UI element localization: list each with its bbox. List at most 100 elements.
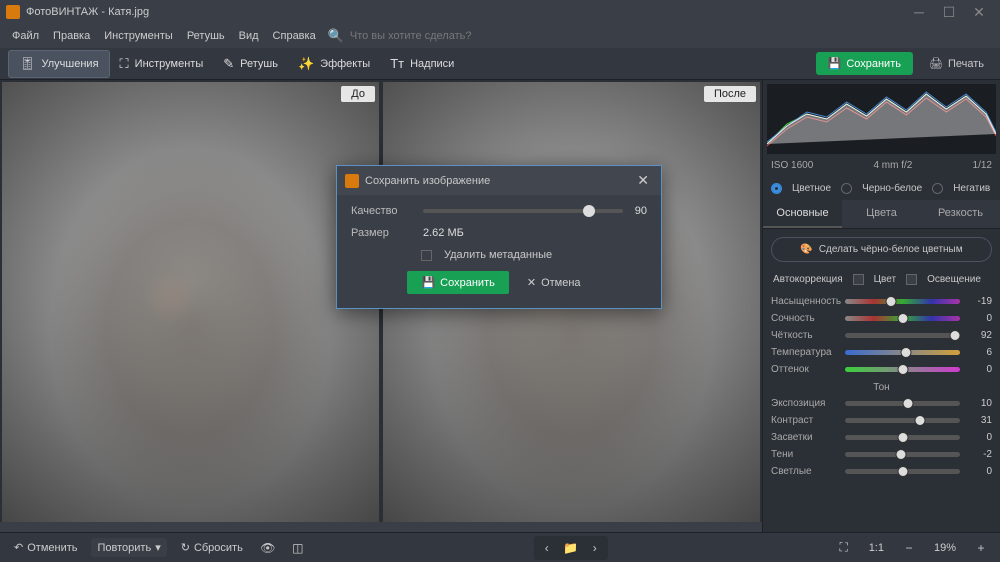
- tone-row-0: Экспозиция10: [763, 395, 1000, 412]
- checkbox-light[interactable]: [906, 274, 917, 285]
- tab-text[interactable]: TᴛНадписи: [380, 51, 464, 76]
- save-icon: 💾: [828, 57, 842, 70]
- sidetab-basic[interactable]: Основные: [763, 200, 842, 228]
- close-icon: ✕: [527, 276, 536, 289]
- zoom-out-button[interactable]: −: [898, 538, 920, 558]
- prev-button[interactable]: ‹: [536, 538, 558, 558]
- quality-value: 90: [635, 205, 647, 217]
- color-value-0: -19: [966, 296, 992, 307]
- horizontal-scrollbar[interactable]: [0, 522, 762, 532]
- folder-button[interactable]: 📁: [560, 538, 582, 558]
- menu-view[interactable]: Вид: [233, 28, 265, 44]
- bottom-toolbar: ↶Отменить Повторить ▾ ↻Сбросить 👁 ◫ ‹ 📁 …: [0, 532, 1000, 562]
- autocorrection-label: Автокоррекция: [773, 274, 843, 285]
- tone-slider-4[interactable]: [845, 469, 960, 474]
- zoom-in-button[interactable]: +: [970, 538, 992, 558]
- wand-icon: ✨: [298, 56, 314, 72]
- color-slider-3[interactable]: [845, 350, 960, 355]
- color-slider-2[interactable]: [845, 333, 960, 338]
- colorize-bw-button[interactable]: 🎨 Сделать чёрно-белое цветным: [771, 237, 992, 262]
- brush-icon: ✎: [223, 56, 234, 72]
- title-bar: ФотоВИНТАЖ - Катя.jpg ─ ☐ ✕: [0, 0, 1000, 24]
- fit-screen-button[interactable]: ⛶: [833, 538, 855, 558]
- menu-help[interactable]: Справка: [267, 28, 322, 44]
- tone-slider-2[interactable]: [845, 435, 960, 440]
- tone-value-2: 0: [966, 432, 992, 443]
- quality-slider[interactable]: [423, 209, 623, 213]
- menu-tools[interactable]: Инструменты: [98, 28, 179, 44]
- color-value-3: 6: [966, 347, 992, 358]
- radio-color[interactable]: [771, 183, 782, 194]
- print-button[interactable]: 🖨Печать: [921, 52, 992, 75]
- sidetab-colors[interactable]: Цвета: [842, 200, 921, 228]
- tone-value-4: 0: [966, 466, 992, 477]
- tab-retouch[interactable]: ✎Ретушь: [213, 51, 288, 77]
- eye-toggle[interactable]: 👁: [257, 538, 279, 558]
- redo-button[interactable]: Повторить ▾: [91, 538, 166, 557]
- sidetab-sharpness[interactable]: Резкость: [921, 200, 1000, 228]
- search-icon: 🔍: [328, 28, 344, 44]
- tab-enhance[interactable]: 🎚Улучшения: [8, 50, 110, 78]
- color-label-0: Насыщенность: [771, 296, 839, 307]
- tone-slider-1[interactable]: [845, 418, 960, 423]
- dialog-title: Сохранить изображение: [365, 175, 633, 187]
- checkbox-color[interactable]: [853, 274, 864, 285]
- tone-row-3: Тени -2: [763, 446, 1000, 463]
- after-label: После: [704, 86, 756, 102]
- actual-size-button[interactable]: 1:1: [863, 539, 890, 557]
- color-slider-1[interactable]: [845, 316, 960, 321]
- crop-icon: ⛶: [120, 56, 129, 72]
- canvas-before[interactable]: До: [2, 82, 379, 530]
- tone-value-3: -2: [966, 449, 992, 460]
- tone-row-1: Контраст31: [763, 412, 1000, 429]
- palette-icon: 🎨: [800, 244, 812, 255]
- tone-row-2: Засветки 0: [763, 429, 1000, 446]
- histogram[interactable]: [767, 84, 996, 154]
- color-row-2: Чёткость92: [763, 327, 1000, 344]
- color-row-4: Оттенок0: [763, 361, 1000, 378]
- radio-bw[interactable]: [841, 183, 852, 194]
- color-slider-0[interactable]: [845, 299, 960, 304]
- tone-slider-0[interactable]: [845, 401, 960, 406]
- menu-retouch[interactable]: Ретушь: [181, 28, 231, 44]
- before-label: До: [341, 86, 375, 102]
- maximize-button[interactable]: ☐: [934, 0, 964, 24]
- undo-button[interactable]: ↶Отменить: [8, 538, 83, 557]
- size-value: 2.62 МБ: [423, 227, 464, 239]
- dialog-close-button[interactable]: ✕: [633, 172, 653, 189]
- sliders-icon: 🎚: [19, 56, 36, 72]
- chevron-down-icon: ▾: [155, 541, 161, 554]
- save-button[interactable]: 💾Сохранить: [816, 52, 913, 75]
- tone-label-2: Засветки: [771, 432, 839, 443]
- search-input[interactable]: Что вы хотите сделать?: [350, 30, 472, 42]
- tone-value-0: 10: [966, 398, 992, 409]
- save-icon: 💾: [421, 276, 435, 289]
- next-button[interactable]: ›: [584, 538, 606, 558]
- dialog-save-button[interactable]: 💾Сохранить: [407, 271, 508, 294]
- color-row-0: Насыщенность -19: [763, 293, 1000, 310]
- metadata-checkbox[interactable]: [421, 250, 432, 261]
- color-label-4: Оттенок: [771, 364, 839, 375]
- save-dialog: Сохранить изображение ✕ Качество 90 Разм…: [336, 165, 662, 309]
- dialog-app-icon: [345, 174, 359, 188]
- tab-tools[interactable]: ⛶Инструменты: [110, 51, 214, 77]
- color-value-1: 0: [966, 313, 992, 324]
- radio-negative[interactable]: [932, 183, 943, 194]
- menu-edit[interactable]: Правка: [47, 28, 96, 44]
- dialog-cancel-button[interactable]: ✕Отмена: [517, 271, 591, 294]
- compare-toggle[interactable]: ◫: [287, 538, 309, 558]
- quality-label: Качество: [351, 205, 411, 217]
- tab-effects[interactable]: ✨Эффекты: [288, 51, 380, 77]
- menu-bar: Файл Правка Инструменты Ретушь Вид Справ…: [0, 24, 1000, 48]
- minimize-button[interactable]: ─: [904, 0, 934, 24]
- color-slider-4[interactable]: [845, 367, 960, 372]
- close-button[interactable]: ✕: [964, 0, 994, 24]
- print-icon: 🖨: [929, 57, 943, 70]
- tone-slider-3[interactable]: [845, 452, 960, 457]
- size-label: Размер: [351, 227, 411, 239]
- color-value-2: 92: [966, 330, 992, 341]
- tone-label-3: Тени: [771, 449, 839, 460]
- reset-button[interactable]: ↻Сбросить: [175, 538, 249, 557]
- color-row-1: Сочность0: [763, 310, 1000, 327]
- menu-file[interactable]: Файл: [6, 28, 45, 44]
